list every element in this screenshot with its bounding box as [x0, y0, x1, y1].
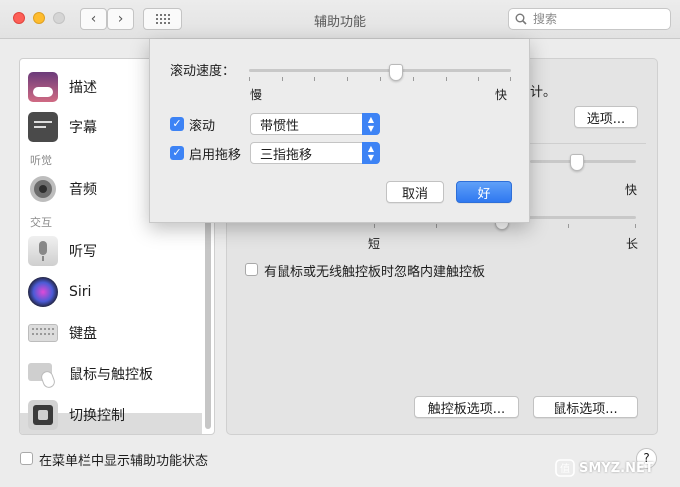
slider-long-label: 长 — [626, 237, 639, 251]
drag-mode-value: 三指拖移 — [260, 147, 313, 163]
ignore-trackpad-label: 有鼠标或无线触控板时忽略内建触控板 — [264, 265, 486, 280]
sidebar-section-header: 听觉 — [30, 154, 52, 167]
slow-label: 慢 — [250, 88, 263, 102]
ok-button[interactable]: 好 — [456, 181, 512, 203]
sidebar-item-label: 音频 — [69, 182, 97, 198]
slider-fast-label: 快 — [625, 183, 638, 197]
slider-tick — [374, 224, 375, 228]
sidebar-item-label: Siri — [69, 284, 92, 300]
checkmark-icon: ✓ — [172, 146, 182, 159]
watermark: 值 SMYZ.NET — [555, 458, 665, 478]
svg-text:值: 值 — [560, 462, 570, 475]
microphone-icon — [28, 236, 58, 266]
slider-tick — [635, 224, 636, 228]
slider-tick — [436, 224, 437, 228]
switch-control-icon — [28, 400, 58, 430]
sidebar-item-keyboard[interactable]: 键盘 — [20, 313, 202, 353]
scroll-speed-slider-track[interactable] — [249, 69, 511, 72]
sidebar-item-siri[interactable]: Siri — [20, 272, 202, 312]
checkmark-icon: ✓ — [172, 117, 182, 130]
sidebar-item-dictation[interactable]: 听写 — [20, 231, 202, 271]
captions-icon — [28, 112, 58, 142]
slider-tick — [568, 224, 569, 228]
divider — [530, 143, 646, 144]
search-field[interactable] — [508, 8, 671, 30]
sidebar-item-label: 听写 — [69, 244, 97, 260]
mouse-options-button[interactable]: 鼠标选项... — [533, 396, 638, 418]
sidebar-item-mouse-trackpad[interactable]: 鼠标与触控板 — [20, 354, 202, 394]
search-input[interactable] — [531, 11, 665, 27]
enable-drag-checkbox-label: 启用拖移 — [189, 148, 242, 163]
updown-chevron-icon: ▲ ▼ — [362, 142, 380, 164]
sidebar-item-label: 字幕 — [69, 120, 97, 136]
slider-tick — [347, 77, 348, 81]
scroll-checkbox[interactable]: ✓ — [170, 117, 184, 131]
slider-tick — [510, 77, 511, 81]
scroll-mode-popup[interactable]: 带惯性 ▲ ▼ — [250, 113, 380, 135]
slider-tick — [478, 77, 479, 81]
enable-drag-checkbox[interactable]: ✓ — [170, 146, 184, 160]
ignore-trackpad-checkbox[interactable] — [245, 263, 258, 276]
watermark-text: SMYZ.NET — [579, 460, 654, 476]
options-button[interactable]: 选项... — [574, 106, 638, 128]
show-in-menubar-checkbox[interactable] — [20, 452, 33, 465]
keyboard-icon — [28, 324, 58, 342]
scroll-mode-value: 带惯性 — [260, 118, 300, 134]
slider-tick — [249, 77, 250, 81]
speaker-icon — [28, 174, 58, 204]
sidebar-item-switch-control[interactable]: 切换控制 — [20, 395, 202, 434]
watermark-logo-icon: 值 — [555, 459, 575, 477]
scroll-checkbox-label: 滚动 — [189, 119, 216, 134]
drag-mode-popup[interactable]: 三指拖移 ▲ ▼ — [250, 142, 380, 164]
fast-label: 快 — [495, 88, 508, 102]
sidebar-item-label: 描述 — [69, 80, 97, 96]
updown-chevron-icon: ▲ ▼ — [362, 113, 380, 135]
title-bar: ‹ › 辅助功能 — [0, 0, 680, 39]
panel-description-text: 计。 — [530, 85, 557, 100]
scroll-speed-label: 滚动速度： — [170, 64, 236, 79]
description-icon — [28, 72, 58, 102]
slider-short-label: 短 — [368, 237, 381, 251]
sidebar-item-label: 切换控制 — [69, 408, 125, 424]
mouse-trackpad-icon — [28, 359, 58, 390]
show-in-menubar-label: 在菜单栏中显示辅助功能状态 — [39, 454, 209, 469]
slider-tick — [413, 77, 414, 81]
slider-tick — [314, 77, 315, 81]
cancel-button[interactable]: 取消 — [386, 181, 444, 203]
slider-tick — [282, 77, 283, 81]
search-icon — [515, 13, 527, 25]
trackpad-options-sheet: 滚动速度： 慢 快 ✓ 滚动 带惯性 ▲ ▼ ✓ 启用拖移 三指拖移 ▲ ▼ 取消 … — [149, 39, 530, 223]
slider-tick — [446, 77, 447, 81]
trackpad-options-button[interactable]: 触控板选项... — [414, 396, 519, 418]
sidebar-section-header: 交互 — [30, 216, 52, 229]
slider-tick — [380, 77, 381, 81]
sidebar-item-label: 鼠标与触控板 — [69, 367, 153, 383]
sidebar-item-label: 键盘 — [69, 326, 97, 342]
scroll-speed-slider-knob[interactable] — [389, 64, 403, 81]
double-click-speed-slider-knob[interactable] — [570, 154, 584, 171]
siri-icon — [28, 277, 58, 307]
